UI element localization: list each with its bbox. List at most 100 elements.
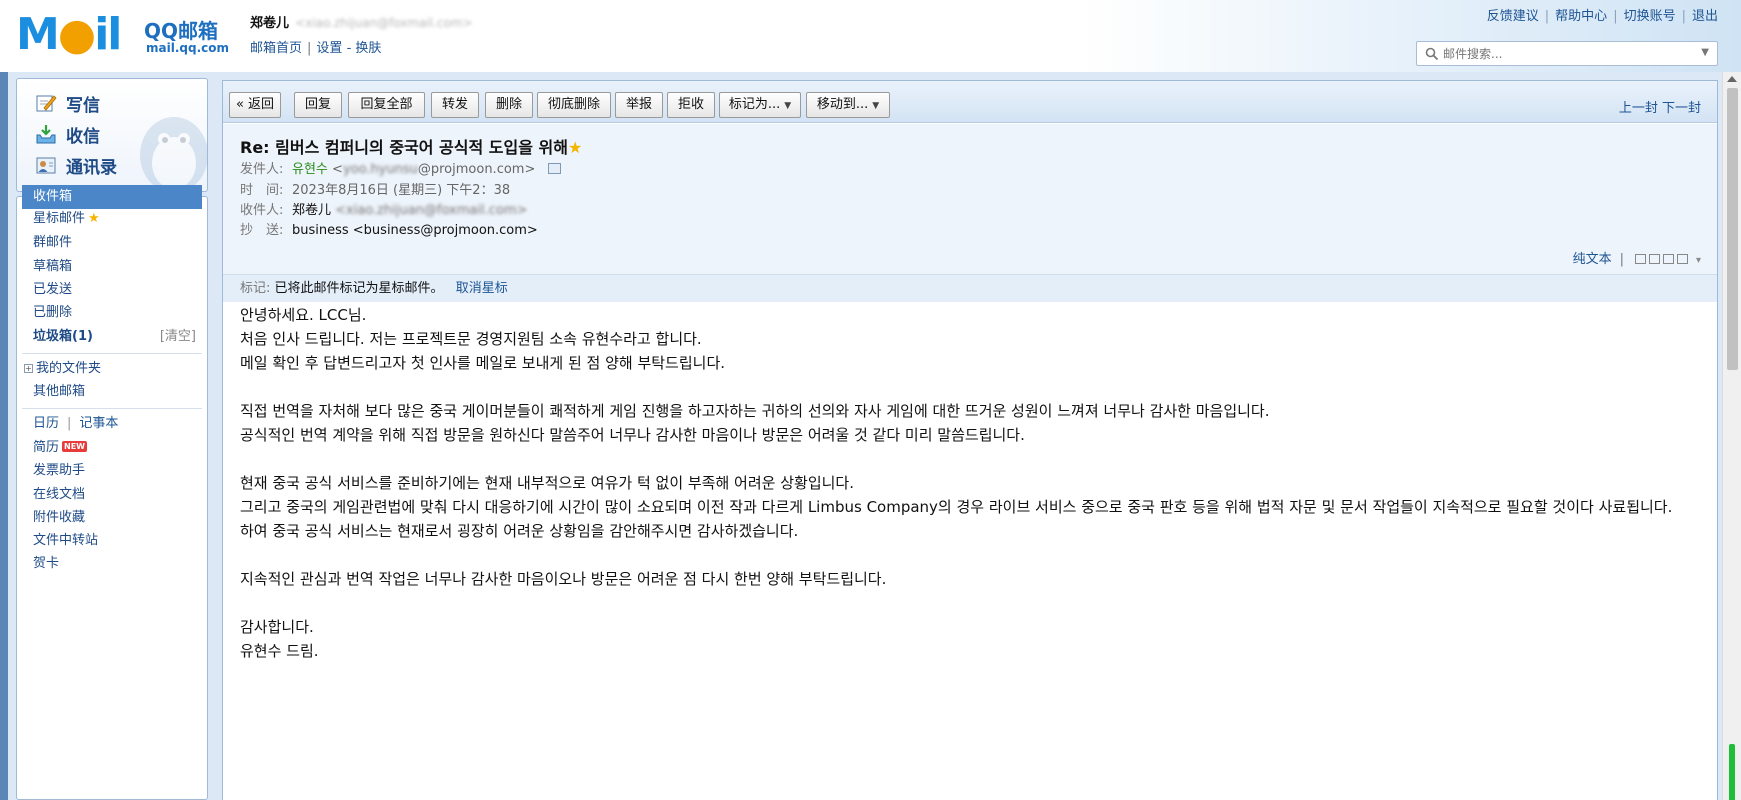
cc-recipient[interactable]: business <business@projmoon.com> [292, 223, 538, 238]
contacts-label: 通讯录 [66, 157, 117, 178]
mail-header: Re: 림버스 컴퍼니의 중국어 공식적 도입을 위해★ 发件人: 유현수 <yo… [223, 124, 1717, 302]
folder-sent[interactable]: 已发送 [22, 278, 202, 302]
sender-name[interactable]: 유현수 [292, 162, 328, 177]
unstar-link[interactable]: 取消星标 [456, 281, 508, 296]
folder-other-mailboxes[interactable]: 其他邮箱 [22, 380, 202, 404]
pencil-icon [36, 95, 57, 112]
file-transfer-link[interactable]: 文件中转站 [22, 529, 202, 553]
notes-link[interactable]: 记事本 [79, 416, 118, 431]
mail-body: 안녕하세요. LCC님. 처음 인사 드립니다. 저는 프로젝트문 경영지원팀 … [240, 303, 1690, 663]
previous-mail-link[interactable]: 上一封 [1619, 101, 1658, 116]
empty-junk-link[interactable]: [清空] [160, 325, 196, 349]
reply-button[interactable]: 回复 [294, 92, 342, 118]
receive-mail-button[interactable]: 收信 [35, 120, 100, 148]
sender-row: 发件人: 유현수 <yoo.hyunsu@projmoon.com> [240, 158, 561, 177]
search-dropdown-icon[interactable]: ▼ [1701, 47, 1709, 58]
folder-my-folders[interactable]: + 我的文件夹 [22, 357, 202, 381]
body-paragraph: 안녕하세요. LCC님. 처음 인사 드립니다. 저는 프로젝트문 경영지원팀 … [240, 303, 1690, 375]
logout-link[interactable]: 退出 [1692, 9, 1718, 24]
calendar-link[interactable]: 日历 [33, 416, 59, 431]
folder-drafts[interactable]: 草稿箱 [22, 255, 202, 279]
delete-button[interactable]: 删除 [485, 92, 533, 118]
qq-penguin-watermark-icon [140, 117, 207, 191]
body-paragraph: 감사합니다. 유현수 드림. [240, 615, 1690, 663]
permanent-delete-button[interactable]: 彻底删除 [537, 92, 611, 118]
star-flag-text: 已将此邮件标记为星标邮件。 [274, 281, 444, 296]
body-line: 감사합니다. [240, 618, 314, 636]
account-name: 郑卷儿 [250, 16, 290, 31]
logo-brand: QQ邮箱 [144, 19, 219, 43]
receive-label: 收信 [66, 126, 100, 147]
forward-button[interactable]: 转发 [431, 92, 479, 118]
scrollbar-thumb[interactable] [1727, 88, 1738, 370]
calendar-notes-row: 日历 | 记事本 [33, 416, 119, 431]
feedback-link[interactable]: 反馈建议 [1487, 9, 1539, 24]
star-flag-notice: 标记: 已将此邮件标记为星标邮件。 取消星标 [223, 274, 1717, 302]
body-paragraph: 직접 번역을 자처해 보다 많은 중국 게이머분들이 쾌적하게 게임 진행을 하… [240, 399, 1690, 447]
mail-search-box[interactable]: ▼ [1416, 41, 1718, 66]
resume-link[interactable]: 简历 NEW [22, 436, 202, 460]
online-docs-link[interactable]: 在线文档 [22, 483, 202, 507]
account-email-redacted: <xiao.zhijuan@foxmail.com> [295, 16, 473, 30]
mail-subject: Re: 림버스 컴퍼니의 중국어 공식적 도입을 위해★ [240, 138, 583, 157]
sidebar-folder-list: 收件箱 星标邮件 ★ 群邮件 草稿箱 已发送 已删除 垃圾箱(1) [清空] + 我… [16, 185, 208, 800]
scroll-up-arrow-icon[interactable] [1727, 76, 1737, 82]
switch-account-link[interactable]: 切换账号 [1624, 9, 1676, 24]
expand-plus-icon[interactable]: + [24, 364, 33, 373]
print-icon[interactable] [1676, 254, 1688, 264]
folder-inbox[interactable]: 收件箱 [22, 185, 202, 209]
add-contact-icon[interactable] [547, 163, 561, 174]
recipient-email-redacted: <xiao.zhijuan@foxmail.com> [335, 203, 528, 218]
sender-user-redacted: yoo.hyunsu [342, 162, 418, 177]
download-icon[interactable] [1662, 254, 1674, 264]
body-line: 하여 중국 공식 서비스는 현재로서 굉장히 어려운 상황임을 감안해주시면 감… [240, 522, 799, 540]
folder-group-mail[interactable]: 群邮件 [22, 231, 202, 255]
mail-pager: 上一封 下一封 [1619, 97, 1701, 116]
back-button[interactable]: « 返回 [229, 92, 281, 118]
body-line: 안녕하세요. LCC님. [240, 306, 367, 324]
collapse-chevron-icon[interactable]: ▾ [1696, 255, 1701, 266]
header-tools: 纯文本 | ▾ [1572, 252, 1701, 267]
star-icon: ★ [88, 211, 100, 226]
copy-icon[interactable] [1648, 254, 1660, 264]
body-line: 그리고 중국의 게임관련법에 맞춰 다시 대응하기에 시간이 많이 소요되며 이… [240, 498, 1673, 516]
time-row: 时 间: 2023年8月16日 (星期三) 下午2：38 [240, 183, 511, 198]
reject-button[interactable]: 拒收 [667, 92, 715, 118]
sent-time: 2023年8月16日 (星期三) 下午2：38 [292, 183, 511, 198]
qq-mail-logo[interactable]: M●il QQ邮箱 mail.qq.com [16, 10, 231, 60]
greeting-cards-link[interactable]: 贺卡 [22, 552, 202, 576]
mail-home-link[interactable]: 邮箱首页 [250, 41, 302, 56]
contacts-button[interactable]: 通讯录 [35, 151, 117, 179]
recipient-name[interactable]: 郑卷儿 [292, 203, 331, 218]
mark-as-dropdown[interactable]: 标记为... ▼ [719, 92, 801, 118]
invoice-assistant-link[interactable]: 发票助手 [22, 459, 202, 483]
search-input[interactable] [1443, 45, 1683, 63]
compose-button[interactable]: 写信 [35, 89, 100, 117]
address-book-icon [36, 157, 56, 174]
help-center-link[interactable]: 帮助中心 [1555, 9, 1607, 24]
plain-text-link[interactable]: 纯文本 [1573, 252, 1612, 267]
starred-icon[interactable]: ★ [568, 138, 582, 157]
page-scrollbar[interactable] [1722, 72, 1741, 800]
top-links: 反馈建议 | 帮助中心 | 切换账号 | 退出 [1486, 9, 1718, 24]
recipient-row: 收件人: 郑卷儿 <xiao.zhijuan@foxmail.com> [240, 203, 528, 218]
folder-starred[interactable]: 星标邮件 ★ [22, 207, 202, 231]
report-button[interactable]: 举报 [615, 92, 663, 118]
next-mail-link[interactable]: 下一封 [1662, 101, 1701, 116]
new-window-icon[interactable] [1634, 254, 1646, 264]
sidebar-divider [22, 353, 202, 354]
move-to-dropdown[interactable]: 移动到... ▼ [806, 92, 890, 118]
reply-all-button[interactable]: 回复全部 [348, 92, 425, 118]
body-paragraph: 지속적인 관심과 번역 작업은 너무나 감사한 마음이오나 방문은 어려운 점 … [240, 567, 1690, 591]
sidebar-divider [22, 408, 202, 409]
settings-link[interactable]: 设置 [316, 41, 342, 56]
caret-down-icon: ▼ [784, 101, 792, 111]
attachment-favorites-link[interactable]: 附件收藏 [22, 506, 202, 530]
folder-junk[interactable]: 垃圾箱(1) [清空] [22, 325, 202, 349]
body-line: 유현수 드림. [240, 642, 319, 660]
logo-domain: mail.qq.com [146, 41, 229, 55]
scroll-indicator [1729, 744, 1735, 800]
change-skin-link[interactable]: 换肤 [355, 41, 381, 56]
account-info: 郑卷儿 <xiao.zhijuan@foxmail.com> 邮箱首页 | 设置 -… [250, 16, 473, 56]
folder-deleted[interactable]: 已删除 [22, 301, 202, 325]
